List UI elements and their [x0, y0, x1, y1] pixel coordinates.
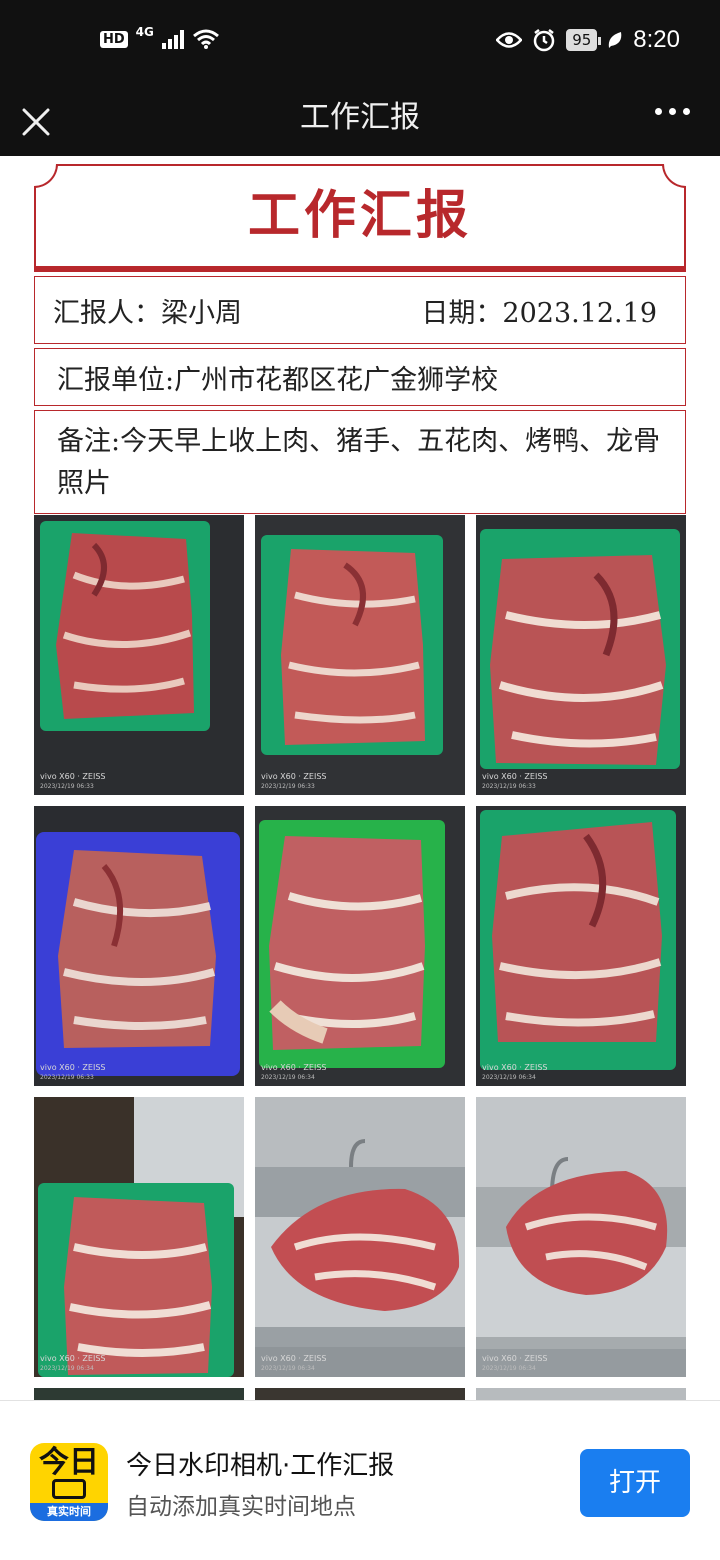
camera-icon [52, 1479, 86, 1499]
photo-timestamp: 2023/12/19 06:33 [40, 1074, 94, 1081]
app-icon-text: 今日 [39, 1445, 99, 1480]
photo-pork-7[interactable]: vivo X60 · ZEISS 2023/12/19 06:34 [34, 1097, 244, 1377]
photo-timestamp: 2023/12/19 06:34 [261, 1074, 315, 1081]
status-bar: HD 4G 95 8:20 [0, 0, 720, 84]
app-icon[interactable]: 今日 真实时间 [30, 1443, 108, 1521]
photo-image [476, 806, 686, 1086]
status-right: 95 8:20 [496, 26, 680, 54]
photo-pork-6[interactable]: vivo X60 · ZEISS 2023/12/19 06:34 [476, 806, 686, 1086]
photo-timestamp: 2023/12/19 06:34 [40, 1365, 94, 1372]
battery-icon: 95 [566, 29, 602, 51]
photo-image [255, 1097, 465, 1377]
photo-watermark: vivo X60 · ZEISS [482, 1354, 548, 1363]
photo-watermark: vivo X60 · ZEISS [482, 1063, 548, 1072]
open-app-button[interactable]: 打开 [580, 1449, 690, 1517]
photo-timestamp: 2023/12/19 06:34 [482, 1365, 536, 1372]
photo-pork-3[interactable]: vivo X60 · ZEISS 2023/12/19 06:33 [476, 515, 686, 795]
photo-pork-sink-2[interactable]: vivo X60 · ZEISS 2023/12/19 06:34 [476, 1097, 686, 1377]
app-banner: 今日 真实时间 今日水印相机·工作汇报 自动添加真实时间地点 打开 [0, 1400, 720, 1560]
photo-image [476, 515, 686, 795]
photo-grid: vivo X60 · ZEISS 2023/12/19 06:33 vivo X… [34, 515, 686, 1408]
report-title-box: 工作汇报 [34, 164, 686, 272]
photo-pork-4[interactable]: vivo X60 · ZEISS 2023/12/19 06:33 [34, 806, 244, 1086]
photo-image [34, 1097, 244, 1377]
network-type: 4G [135, 25, 154, 39]
photo-pork-sink-1[interactable]: vivo X60 · ZEISS 2023/12/19 06:34 [255, 1097, 465, 1377]
photo-watermark: vivo X60 · ZEISS [482, 772, 548, 781]
reporter: 汇报人：梁小周 [53, 297, 242, 329]
photo-timestamp: 2023/12/19 06:33 [40, 783, 94, 790]
report-unit: 汇报单位:广州市花都区花广金狮学校 [57, 364, 499, 396]
report-card: 工作汇报 汇报人：梁小周 日期：2023.12.19 汇报单位:广州市花都区花广… [34, 164, 686, 514]
photo-timestamp: 2023/12/19 06:33 [261, 783, 315, 790]
leaf-icon [609, 32, 622, 48]
photo-timestamp: 2023/12/19 06:34 [261, 1365, 315, 1372]
banner-title: 今日水印相机·工作汇报 [126, 1451, 395, 1481]
banner-subtitle: 自动添加真实时间地点 [126, 1494, 356, 1520]
photo-watermark: vivo X60 · ZEISS [40, 1063, 106, 1072]
photo-pork-5[interactable]: vivo X60 · ZEISS 2023/12/19 06:34 [255, 806, 465, 1086]
photo-pork-2[interactable]: vivo X60 · ZEISS 2023/12/19 06:33 [255, 515, 465, 795]
app-icon-strip: 真实时间 [30, 1503, 108, 1521]
report-title: 工作汇报 [247, 185, 472, 246]
report-meta-row: 汇报人：梁小周 日期：2023.12.19 [34, 276, 686, 344]
more-button[interactable] [655, 108, 690, 115]
photo-watermark: vivo X60 · ZEISS [40, 772, 106, 781]
hd-badge: HD [100, 30, 128, 48]
photo-image [476, 1097, 686, 1377]
report-note: 备注:今天早上收上肉、猪手、五花肉、烤鸭、龙骨照片 [57, 426, 661, 499]
nav-bar: 工作汇报 [0, 84, 720, 156]
photo-image [34, 515, 244, 795]
photo-image [34, 806, 244, 1086]
photo-watermark: vivo X60 · ZEISS [261, 772, 327, 781]
photo-image [255, 515, 465, 795]
report-note-row: 备注:今天早上收上肉、猪手、五花肉、烤鸭、龙骨照片 [34, 410, 686, 514]
photo-image [255, 806, 465, 1086]
photo-timestamp: 2023/12/19 06:33 [482, 783, 536, 790]
more-icon [655, 108, 662, 115]
clock: 8:20 [633, 26, 680, 53]
report-date: 日期：2023.12.19 [421, 297, 657, 329]
signal-icon [161, 29, 184, 49]
photo-timestamp: 2023/12/19 06:34 [482, 1074, 536, 1081]
photo-watermark: vivo X60 · ZEISS [261, 1063, 327, 1072]
eye-icon [496, 32, 523, 48]
alarm-icon [533, 29, 555, 52]
photo-watermark: vivo X60 · ZEISS [261, 1354, 327, 1363]
report-unit-row: 汇报单位:广州市花都区花广金狮学校 [34, 348, 686, 406]
nav-title: 工作汇报 [300, 100, 420, 135]
photo-pork-1[interactable]: vivo X60 · ZEISS 2023/12/19 06:33 [34, 515, 244, 795]
photo-watermark: vivo X60 · ZEISS [40, 1354, 106, 1363]
status-left: HD 4G [100, 25, 220, 50]
wifi-icon [192, 29, 219, 49]
